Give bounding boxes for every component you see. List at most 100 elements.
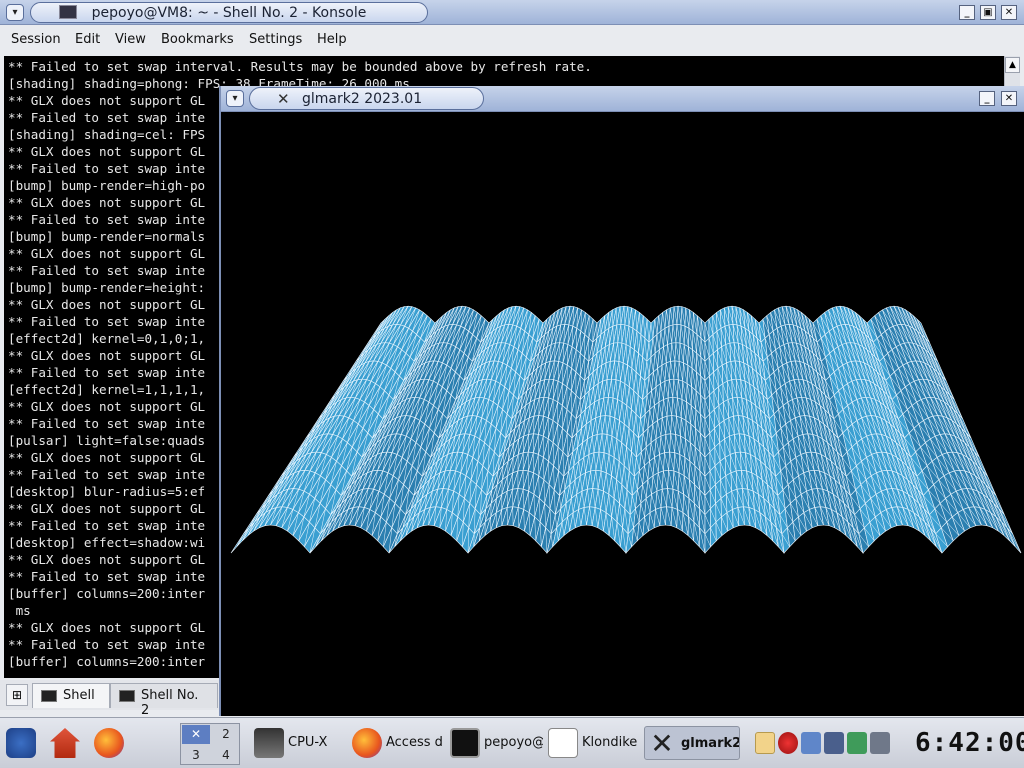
konsole-window-title: pepoyo@VM8: ~ - Shell No. 2 - Konsole: [91, 5, 367, 21]
task-glmark2[interactable]: ✕ glmark2: [644, 726, 740, 760]
terminal-line: ** Failed to set swap inte: [8, 467, 206, 482]
menu-session[interactable]: Session: [11, 32, 61, 47]
kde-menu-icon[interactable]: [6, 728, 36, 758]
pager-desktop-2[interactable]: 2: [212, 725, 240, 744]
tab-shell-no-2[interactable]: Shell No. 2: [110, 683, 218, 718]
glmark-title-pill[interactable]: ✕ glmark2 2023.01: [249, 87, 484, 110]
maximize-button[interactable]: ▣: [980, 5, 996, 20]
terminal-line: [pulsar] light=false:quads: [8, 433, 206, 448]
task-konsole[interactable]: pepoyo@: [448, 726, 543, 760]
home-icon[interactable]: [50, 728, 80, 758]
terminal-line: ** GLX does not support GL: [8, 620, 206, 635]
tab-shell-label: Shell: [63, 688, 95, 703]
terminal-line: ** Failed to set swap inte: [8, 314, 206, 329]
task-firefox[interactable]: Access d: [350, 726, 445, 760]
task-firefox-label: Access d: [386, 735, 443, 750]
terminal-icon: [41, 690, 57, 702]
terminal-line: ** GLX does not support GL: [8, 552, 206, 567]
terminal-line: [buffer] columns=200:inter: [8, 586, 206, 601]
task-konsole-label: pepoyo@: [484, 735, 543, 750]
terminal-icon: [119, 690, 135, 702]
terminal-line: ** Failed to set swap inte: [8, 161, 206, 176]
terminal-line: ** GLX does not support GL: [8, 246, 206, 261]
menu-edit[interactable]: Edit: [75, 32, 100, 47]
task-klondike[interactable]: Klondike: [546, 726, 641, 760]
desktop-pager[interactable]: ✕ 2 3 4: [180, 723, 240, 765]
x-logo-icon: ✕: [277, 90, 290, 108]
tab-shell-no-2-label: Shell No. 2: [141, 688, 199, 718]
terminal-icon: [450, 728, 480, 758]
system-tray: [755, 732, 891, 756]
wave-mesh: [230, 305, 1022, 555]
task-cpu-x-label: CPU-X: [288, 735, 328, 750]
pager-desktop-1[interactable]: ✕: [182, 725, 210, 744]
minimize-button[interactable]: _: [979, 91, 995, 106]
task-glmark2-label: glmark2: [681, 736, 740, 751]
terminal-line: [desktop] blur-radius=5:ef: [8, 484, 206, 499]
terminal-line: [buffer] columns=200:inter: [8, 654, 206, 669]
glmark-window: ▾ ✕ glmark2 2023.01 _ ✕: [219, 86, 1024, 716]
x-logo-icon: ✕: [190, 727, 202, 741]
monitor-icon[interactable]: [824, 732, 844, 754]
konsole-menubar: Session Edit View Bookmarks Settings Hel…: [0, 26, 1024, 54]
terminal-line: [desktop] effect=shadow:wi: [8, 535, 206, 550]
new-tab-icon[interactable]: ⊞: [6, 684, 28, 706]
network-disconnected-icon[interactable]: [778, 732, 798, 754]
menu-help[interactable]: Help: [317, 32, 347, 47]
terminal-line: ** Failed to set swap inte: [8, 637, 206, 652]
klipper-icon[interactable]: [755, 732, 775, 754]
task-cpu-x[interactable]: CPU-X: [252, 726, 342, 760]
terminal-line: ** GLX does not support GL: [8, 501, 206, 516]
tab-shell[interactable]: Shell: [32, 683, 110, 708]
terminal-line: ** Failed to set swap inte: [8, 416, 206, 431]
terminal-line: ** Failed to set swap inte: [8, 365, 206, 380]
cards-icon: [548, 728, 578, 758]
terminal-line: [bump] bump-render=height:: [8, 280, 206, 295]
pager-desktop-4[interactable]: 4: [212, 746, 240, 765]
kde-panel: ✕ 2 3 4 CPU-X Access d pepoyo@ Klondike …: [0, 717, 1024, 768]
close-button[interactable]: ✕: [1001, 5, 1017, 20]
tux-icon: [254, 728, 284, 758]
printer-icon[interactable]: [870, 732, 890, 754]
terminal-line: ** Failed to set swap inte: [8, 569, 206, 584]
update-icon[interactable]: [847, 732, 867, 754]
menu-settings[interactable]: Settings: [249, 32, 302, 47]
clock[interactable]: 6:42:00: [915, 728, 1024, 760]
terminal-line: ** GLX does not support GL: [8, 348, 206, 363]
terminal-line: [bump] bump-render=normals: [8, 229, 206, 244]
pager-desktop-3[interactable]: 3: [182, 746, 210, 765]
konsole-title-pill[interactable]: pepoyo@VM8: ~ - Shell No. 2 - Konsole: [30, 2, 428, 23]
terminal-line: ** Failed to set swap inte: [8, 110, 206, 125]
minimize-button[interactable]: _: [959, 5, 975, 20]
close-button[interactable]: ✕: [1001, 91, 1017, 106]
terminal-line: ms: [8, 603, 31, 618]
window-menu-icon[interactable]: ▾: [226, 90, 244, 107]
menu-view[interactable]: View: [115, 32, 146, 47]
x-logo-icon: ✕: [650, 727, 674, 760]
menu-bookmarks[interactable]: Bookmarks: [161, 32, 234, 47]
terminal-line: ** GLX does not support GL: [8, 93, 206, 108]
terminal-line: ** Failed to set swap inte: [8, 263, 206, 278]
glmark-window-title: glmark2 2023.01: [302, 91, 423, 107]
terminal-line: [bump] bump-render=high-po: [8, 178, 206, 193]
glmark-render-canvas: [221, 113, 1024, 713]
terminal-line: ** Failed to set swap interval. Results …: [8, 59, 592, 74]
glmark-titlebar[interactable]: ▾ ✕ glmark2 2023.01 _ ✕: [221, 86, 1024, 112]
terminal-line: ** GLX does not support GL: [8, 195, 206, 210]
terminal-line: ** GLX does not support GL: [8, 144, 206, 159]
terminal-line: ** GLX does not support GL: [8, 450, 206, 465]
window-menu-icon[interactable]: ▾: [6, 4, 24, 21]
terminal-line: ** GLX does not support GL: [8, 399, 206, 414]
terminal-line: ** Failed to set swap inte: [8, 212, 206, 227]
display-icon[interactable]: [801, 732, 821, 754]
terminal-line: [effect2d] kernel=1,1,1,1,: [8, 382, 206, 397]
terminal-line: ** GLX does not support GL: [8, 297, 206, 312]
konsole-titlebar[interactable]: ▾ pepoyo@VM8: ~ - Shell No. 2 - Konsole …: [0, 0, 1024, 25]
scroll-up-button[interactable]: ▲: [1005, 57, 1020, 73]
terminal-line: [effect2d] kernel=0,1,0;1,: [8, 331, 206, 346]
firefox-icon: [352, 728, 382, 758]
firefox-icon[interactable]: [94, 728, 124, 758]
terminal-line: [shading] shading=cel: FPS: [8, 127, 206, 142]
task-klondike-label: Klondike: [582, 735, 638, 750]
terminal-line: ** Failed to set swap inte: [8, 518, 206, 533]
